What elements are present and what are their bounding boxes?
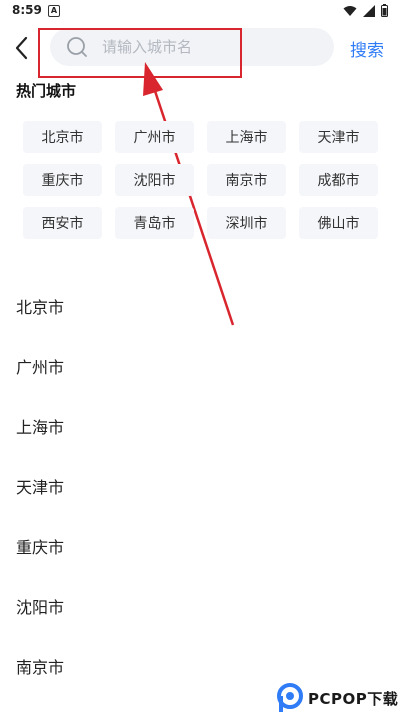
hot-city-chip[interactable]: 成都市 <box>299 164 378 196</box>
hot-city-chip[interactable]: 深圳市 <box>207 207 286 239</box>
hot-cities-title: 热门城市 <box>16 82 77 100</box>
hot-city-chip[interactable]: 沈阳市 <box>115 164 194 196</box>
chevron-left-icon <box>15 36 28 60</box>
watermark-text: PCPOP下载 <box>308 689 399 708</box>
wifi-icon <box>343 5 357 16</box>
city-list-item[interactable]: 天津市 <box>0 458 400 518</box>
hot-city-chip[interactable]: 北京市 <box>23 121 102 153</box>
hot-city-chip[interactable]: 西安市 <box>23 207 102 239</box>
hot-city-chip[interactable]: 广州市 <box>115 121 194 153</box>
signal-icon <box>363 4 375 17</box>
city-list: 北京市 广州市 上海市 天津市 重庆市 沈阳市 南京市 <box>0 278 400 698</box>
city-list-item[interactable]: 沈阳市 <box>0 578 400 638</box>
status-icons <box>343 4 388 17</box>
hot-city-chip[interactable]: 南京市 <box>207 164 286 196</box>
search-input[interactable] <box>100 37 304 57</box>
hot-cities-grid: 北京市 广州市 上海市 天津市 重庆市 沈阳市 南京市 成都市 西安市 青岛市 … <box>23 121 379 239</box>
notification-a-icon: A <box>48 5 60 17</box>
city-list-item[interactable]: 北京市 <box>0 278 400 338</box>
hot-city-chip[interactable]: 佛山市 <box>299 207 378 239</box>
city-list-item[interactable]: 广州市 <box>0 338 400 398</box>
search-icon <box>67 37 87 57</box>
watermark: PCPOP下载 <box>276 683 398 713</box>
back-button[interactable] <box>10 34 34 62</box>
hot-city-chip[interactable]: 天津市 <box>299 121 378 153</box>
hot-city-chip[interactable]: 上海市 <box>207 121 286 153</box>
search-button[interactable]: 搜索 <box>350 36 384 61</box>
hot-city-chip[interactable]: 青岛市 <box>115 207 194 239</box>
status-time: 8:59 <box>12 3 42 17</box>
hot-city-chip[interactable]: 重庆市 <box>23 164 102 196</box>
city-list-item[interactable]: 上海市 <box>0 398 400 458</box>
pcpop-logo-icon <box>277 683 303 712</box>
battery-icon <box>381 4 388 17</box>
status-bar: 8:59 A <box>0 0 400 22</box>
search-box[interactable] <box>50 28 334 66</box>
city-list-item[interactable]: 重庆市 <box>0 518 400 578</box>
